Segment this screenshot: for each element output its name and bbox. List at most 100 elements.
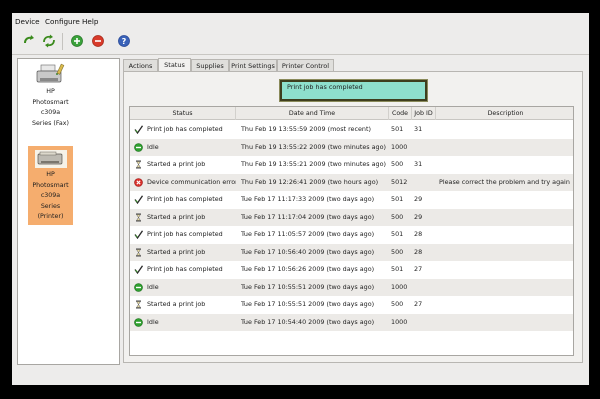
table-row[interactable]: Print job has completed Thu Feb 19 13:55:… xyxy=(130,121,573,139)
remove-device-button[interactable] xyxy=(91,34,105,48)
cell-description xyxy=(439,226,573,244)
cell-code: 5012 xyxy=(391,177,408,186)
table-row[interactable]: Device communication error Thu Feb 19 12:… xyxy=(130,173,573,192)
cell-code: 500 xyxy=(391,300,404,308)
cell-code: 500 xyxy=(391,212,404,221)
cell-datetime: Tue Feb 17 11:05:57 2009 (two days ago) xyxy=(241,230,375,238)
status-history-table[interactable]: Status Date and Time Code Job ID Descrip… xyxy=(129,106,574,356)
refresh-device-button[interactable] xyxy=(22,34,36,48)
cell-code: 1000 xyxy=(391,317,408,326)
cell-code: 501 xyxy=(391,195,404,203)
cell-description xyxy=(439,296,573,314)
cell-code: 501 xyxy=(391,265,404,273)
status-panel: Print job has completed Status Date and … xyxy=(123,71,583,363)
svg-text:?: ? xyxy=(122,37,127,46)
column-job-id[interactable]: Job ID xyxy=(412,107,436,120)
device-printer-label-4: (Printer) xyxy=(37,213,64,220)
table-row[interactable]: Idle Tue Feb 17 10:54:40 2009 (two days a… xyxy=(130,313,573,332)
cell-job-id xyxy=(414,314,436,332)
status-message: Print job has completed xyxy=(282,82,425,99)
cell-status: Idle xyxy=(147,317,159,326)
cell-datetime: Tue Feb 17 10:55:51 2009 (two days ago) xyxy=(241,282,375,291)
table-row[interactable]: Started a print job Tue Feb 17 10:56:40 2… xyxy=(130,243,573,262)
cell-datetime: Thu Feb 19 12:26:41 2009 (two hours ago) xyxy=(241,177,379,186)
refresh-device-icon xyxy=(24,35,34,44)
menubar: Device Configure Help xyxy=(12,13,589,29)
device-printer[interactable]: HP Photosmart c309a Series (Printer) xyxy=(28,146,73,225)
cell-status: Print job has completed xyxy=(147,195,223,203)
cell-status: Started a print job xyxy=(147,300,206,308)
cell-status: Idle xyxy=(147,142,159,151)
printer-device-icon xyxy=(34,150,67,168)
device-fax[interactable]: HP Photosmart c309a Series (Fax) xyxy=(28,63,73,129)
refresh-all-icon xyxy=(43,34,55,48)
cell-code: 1000 xyxy=(391,282,408,291)
cell-job-id: 27 xyxy=(414,300,423,308)
cell-job-id xyxy=(414,279,436,297)
main-window: Device Configure Help ? HP Photosmart c3… xyxy=(12,13,589,385)
hourglass-icon xyxy=(134,248,143,257)
cell-job-id: 31 xyxy=(414,160,423,168)
column-status[interactable]: Status xyxy=(130,107,236,120)
cell-status: Started a print job xyxy=(147,212,206,221)
cell-datetime: Thu Feb 19 13:55:59 2009 (most recent) xyxy=(241,125,371,133)
cell-job-id xyxy=(414,139,436,157)
cell-code: 500 xyxy=(391,247,404,256)
help-icon: ? xyxy=(118,35,130,47)
toolbar: ? xyxy=(12,29,589,55)
check-icon xyxy=(134,265,144,275)
device-printer-label-1: Photosmart xyxy=(32,181,69,189)
cell-description xyxy=(439,314,573,332)
toolbar-separator xyxy=(62,33,63,50)
refresh-all-button[interactable] xyxy=(42,34,56,48)
table-row[interactable]: Print job has completed Tue Feb 17 10:56:… xyxy=(130,261,573,279)
cell-datetime: Tue Feb 17 10:55:51 2009 (two days ago) xyxy=(241,300,375,308)
idle-icon xyxy=(134,142,143,152)
cell-status: Print job has completed xyxy=(147,230,223,238)
cell-datetime: Tue Feb 17 11:17:04 2009 (two days ago) xyxy=(241,212,375,221)
device-printer-label-0: HP xyxy=(46,171,55,178)
cell-code: 1000 xyxy=(391,142,408,151)
column-code[interactable]: Code xyxy=(389,107,412,120)
menu-help[interactable]: Help xyxy=(82,16,98,27)
menu-device[interactable]: Device xyxy=(15,16,40,27)
add-device-icon xyxy=(71,35,83,47)
cell-datetime: Tue Feb 17 11:17:33 2009 (two days ago) xyxy=(241,195,375,203)
cell-description xyxy=(439,244,573,262)
cell-description xyxy=(439,261,573,279)
cell-code: 500 xyxy=(391,160,404,168)
column-description[interactable]: Description xyxy=(436,107,573,120)
cell-status: Started a print job xyxy=(147,247,206,256)
tab-status[interactable]: Status xyxy=(158,58,191,72)
cell-status: Idle xyxy=(147,282,159,291)
cell-code: 501 xyxy=(391,125,404,133)
cell-status: Print job has completed xyxy=(147,125,223,133)
menu-configure[interactable]: Configure xyxy=(45,16,80,27)
help-button[interactable]: ? xyxy=(117,34,131,48)
table-row[interactable]: Print job has completed Tue Feb 17 11:05:… xyxy=(130,226,573,244)
idle-icon xyxy=(134,282,143,292)
cell-job-id: 28 xyxy=(414,230,423,238)
hourglass-icon xyxy=(134,160,143,169)
table-row[interactable]: Idle Tue Feb 17 10:55:51 2009 (two days a… xyxy=(130,278,573,297)
table-row[interactable]: Started a print job Thu Feb 19 13:55:21 2… xyxy=(130,156,573,174)
cell-job-id xyxy=(414,174,436,192)
cell-description: Please correct the problem and try again xyxy=(439,177,570,186)
table-row[interactable]: Print job has completed Tue Feb 17 11:17:… xyxy=(130,191,573,209)
table-row[interactable]: Idle Thu Feb 19 13:55:22 2009 (two minute… xyxy=(130,138,573,157)
idle-icon xyxy=(134,317,143,327)
fax-device-icon xyxy=(36,63,64,83)
add-device-button[interactable] xyxy=(70,34,84,48)
device-printer-label-2: c309a xyxy=(40,192,61,199)
cell-job-id: 28 xyxy=(414,247,423,256)
device-printer-label-3: Series xyxy=(40,202,61,210)
cell-job-id: 29 xyxy=(414,195,423,203)
column-datetime[interactable]: Date and Time xyxy=(236,107,389,120)
device-fax-label-1: Photosmart xyxy=(32,98,69,106)
cell-status: Started a print job xyxy=(147,160,206,168)
cell-status: Print job has completed xyxy=(147,265,223,273)
table-row[interactable]: Started a print job Tue Feb 17 11:17:04 2… xyxy=(130,208,573,226)
cell-datetime: Tue Feb 17 10:54:40 2009 (two days ago) xyxy=(241,317,375,326)
table-row[interactable]: Started a print job Tue Feb 17 10:55:51 2… xyxy=(130,296,573,314)
hourglass-icon xyxy=(134,300,143,309)
